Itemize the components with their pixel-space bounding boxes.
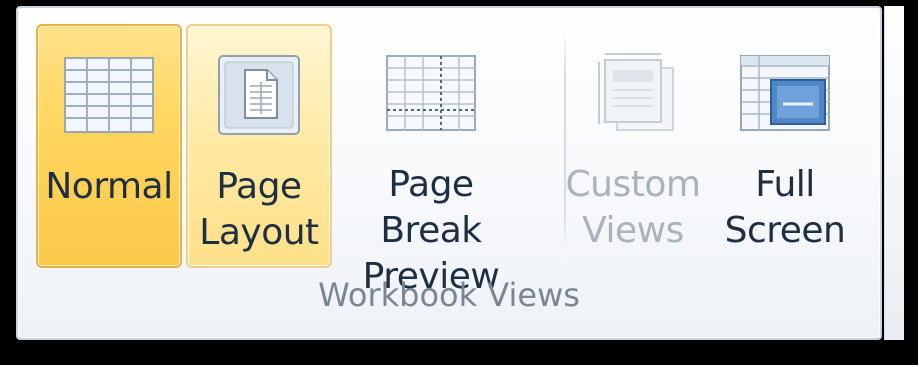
custom-views-label-line1: Custom bbox=[565, 164, 701, 205]
custom-views-label: Custom Views bbox=[558, 162, 708, 254]
page-break-preview-button[interactable]: Page Break Preview bbox=[336, 24, 526, 297]
custom-views-button[interactable]: Custom Views bbox=[558, 24, 708, 268]
full-screen-label-line2: Screen bbox=[724, 210, 846, 251]
full-screen-icon bbox=[735, 50, 835, 140]
page-break-icon bbox=[381, 50, 481, 140]
normal-view-button[interactable]: Normal bbox=[36, 24, 182, 268]
page-layout-label-line1: Page bbox=[216, 166, 302, 207]
page-layout-button[interactable]: Page Layout bbox=[186, 24, 332, 268]
normal-view-label: Normal bbox=[38, 164, 180, 210]
full-screen-label: Full Screen bbox=[710, 162, 860, 254]
custom-views-icon bbox=[583, 50, 683, 140]
custom-views-label-line2: Views bbox=[582, 210, 684, 251]
page-break-preview-label-line1: Page Break bbox=[380, 164, 482, 251]
full-screen-button[interactable]: Full Screen bbox=[710, 24, 860, 268]
page-layout-label-line2: Layout bbox=[199, 212, 319, 253]
page-layout-label: Page Layout bbox=[188, 164, 330, 256]
full-screen-label-line1: Full bbox=[755, 164, 815, 205]
ribbon-scroll-edge bbox=[884, 6, 904, 340]
group-title: Workbook Views bbox=[318, 276, 580, 314]
normal-view-label-line1: Normal bbox=[45, 166, 173, 207]
page-layout-icon bbox=[209, 52, 309, 142]
workbook-views-group: Normal Page Layout Page Break Preview Cu… bbox=[16, 6, 882, 340]
grid-icon bbox=[59, 52, 159, 142]
screenshot-frame: Normal Page Layout Page Break Preview Cu… bbox=[0, 0, 918, 365]
